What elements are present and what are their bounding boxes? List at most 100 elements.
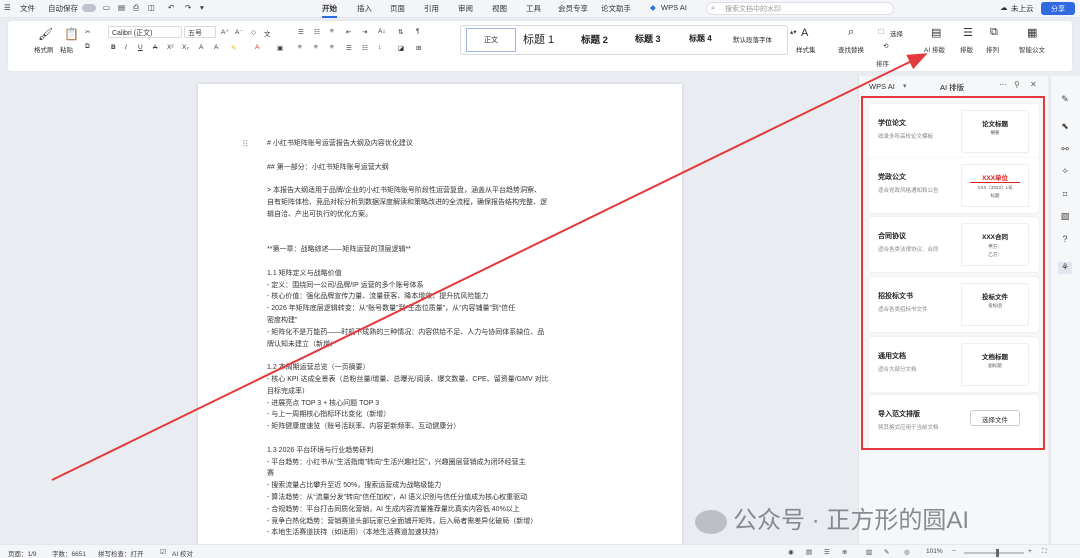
style-gallery-scroll-icon[interactable]: ▴▾ <box>790 28 797 36</box>
crop-icon[interactable]: ⌗ <box>1058 189 1072 201</box>
view-page-icon[interactable]: ▤ <box>806 548 812 556</box>
style-heading-3[interactable]: 标题 3 <box>635 28 661 52</box>
font-color-icon[interactable]: A <box>255 44 259 51</box>
align-right-icon[interactable]: ≡ <box>330 44 334 51</box>
layout-button[interactable]: 排版 <box>960 44 973 54</box>
font-name-select[interactable]: Calibri (正文) <box>108 26 182 38</box>
tab-review[interactable]: 审阅 <box>458 3 473 14</box>
pen-icon[interactable]: ✎ <box>884 548 889 556</box>
arrange-icon[interactable]: ⧉ <box>990 26 998 39</box>
style-heading-4[interactable]: 标题 4 <box>689 28 712 52</box>
sort-icon-ribbon[interactable]: ⟲ <box>883 42 888 50</box>
italic-icon[interactable]: I <box>125 44 127 51</box>
smart-doc-button[interactable]: 智能公文 <box>1019 44 1045 54</box>
numbered-list-icon[interactable]: ☷ <box>314 28 320 36</box>
style-set-button[interactable]: 样式集 <box>796 44 816 54</box>
view-outline-icon[interactable]: ☰ <box>824 548 830 556</box>
share-link-icon[interactable]: ⚯ <box>1058 144 1072 156</box>
zoom-value[interactable]: 101% <box>926 548 943 555</box>
tab-insert[interactable]: 插入 <box>357 3 372 14</box>
eye-icon[interactable]: ◉ <box>788 548 794 556</box>
border-icon[interactable]: ⊞ <box>416 44 421 52</box>
cloud-status[interactable]: 未上云 <box>1011 3 1034 14</box>
print-icon[interactable]: ⎙ <box>133 3 139 13</box>
help-icon[interactable]: ? <box>1058 234 1072 246</box>
grow-font-icon[interactable]: A⁺ <box>221 28 229 36</box>
tab-paper-assistant[interactable]: 论文助手 <box>601 3 631 14</box>
zoom-slider[interactable] <box>964 552 1024 554</box>
tab-page[interactable]: 页面 <box>390 3 405 14</box>
magic-icon[interactable]: ✧ <box>1058 166 1072 178</box>
image-icon[interactable]: ▨ <box>1058 211 1072 223</box>
select-button[interactable]: 选择 <box>890 28 903 38</box>
paste-button[interactable]: 粘贴 <box>60 44 73 54</box>
globe-icon[interactable]: ◎ <box>904 548 910 556</box>
share-button[interactable]: 分享 <box>1041 2 1075 15</box>
autosave-toggle[interactable] <box>82 4 96 12</box>
tab-reference[interactable]: 引用 <box>424 3 439 14</box>
justify-icon[interactable]: ☰ <box>346 44 352 52</box>
bold-icon[interactable]: B <box>111 44 116 51</box>
zoom-in-icon[interactable]: + <box>1028 548 1032 555</box>
superscript-icon[interactable]: X² <box>167 44 174 51</box>
more-icon[interactable]: ▾ <box>200 3 204 12</box>
style-heading-1[interactable]: 标题 1 <box>523 28 554 52</box>
tab-wps-ai[interactable]: WPS AI <box>661 3 687 12</box>
tab-member[interactable]: 会员专享 <box>558 3 588 14</box>
panel-pin-icon[interactable]: ⚲ <box>1014 80 1020 89</box>
strikethrough-icon[interactable]: A <box>153 44 157 51</box>
layout-icon[interactable]: ☰ <box>963 26 973 39</box>
text-effect-icon[interactable]: A <box>199 44 203 51</box>
tab-start[interactable]: 开始 <box>322 3 337 18</box>
panel-tab-wps-ai[interactable]: WPS AI <box>869 82 895 91</box>
redo-icon[interactable]: ↷ <box>185 3 191 12</box>
format-painter-icon[interactable]: 🖌 <box>38 27 53 41</box>
menu-icon[interactable]: ☰ <box>4 3 11 12</box>
view-web-icon[interactable]: ⊕ <box>842 548 847 556</box>
show-marks-icon[interactable]: ¶ <box>416 28 420 35</box>
undo-icon[interactable]: ↶ <box>168 3 174 12</box>
style-heading-2[interactable]: 标题 2 <box>581 28 608 52</box>
ai-layout-button[interactable]: AI 排版 <box>924 44 945 54</box>
distributed-icon[interactable]: ☷ <box>362 44 368 52</box>
format-painter-button[interactable]: 格式刷 <box>34 44 54 54</box>
subscript-icon[interactable]: X₂ <box>182 44 189 51</box>
file-menu[interactable]: 文件 <box>20 3 35 14</box>
clear-format-icon[interactable]: ◇ <box>251 28 256 36</box>
copy-icon[interactable]: ⧉ <box>85 43 90 51</box>
char-border-icon[interactable]: ▣ <box>277 44 283 52</box>
shading-icon[interactable]: ◪ <box>398 44 404 52</box>
chinese-layout-icon[interactable]: A↕ <box>378 28 386 35</box>
tab-tools[interactable]: 工具 <box>526 3 541 14</box>
panel-close-icon[interactable]: ✕ <box>1030 80 1037 89</box>
sort-icon[interactable]: ⇅ <box>398 28 403 36</box>
style-set-icon[interactable]: A <box>801 27 808 39</box>
highlight-icon[interactable]: ✎ <box>231 44 236 52</box>
edit-icon[interactable]: ✎ <box>1058 94 1072 106</box>
save-icon[interactable]: ▭ <box>103 3 110 12</box>
bullet-list-icon[interactable]: ☰ <box>298 28 304 36</box>
char-shading-icon[interactable]: A <box>214 44 218 51</box>
sort-button[interactable]: 排序 <box>876 58 889 68</box>
find-replace-button[interactable]: 查找替换 <box>838 44 864 54</box>
multilevel-list-icon[interactable]: ≡ <box>330 28 334 35</box>
drag-handle-icon[interactable]: ⠿ <box>242 139 249 150</box>
word-count[interactable]: 字数：6651 <box>52 548 86 558</box>
search-input[interactable]: 搜索文档中的水印 <box>706 2 894 15</box>
decrease-indent-icon[interactable]: ⇤ <box>346 28 351 36</box>
folder-icon[interactable]: ▤ <box>118 3 125 12</box>
select-icon[interactable]: ⬚ <box>878 27 884 35</box>
cursor-icon[interactable]: ⬉ <box>1058 121 1072 133</box>
tab-view[interactable]: 视图 <box>492 3 507 14</box>
ai-check[interactable]: AI 校对 <box>172 548 193 558</box>
zoom-slider-thumb[interactable] <box>996 549 999 557</box>
style-default-paragraph[interactable]: 默认段落字体 <box>733 28 772 52</box>
preview-icon[interactable]: ◫ <box>148 3 155 12</box>
zoom-out-icon[interactable]: − <box>952 548 956 555</box>
align-left-icon[interactable]: ≡ <box>298 44 302 51</box>
find-icon[interactable]: ⌕ <box>848 26 854 39</box>
ai-layout-icon[interactable]: ▤ <box>931 26 941 39</box>
style-normal[interactable]: 正文 <box>466 28 516 52</box>
ai-layout-side-icon[interactable]: ⚘ <box>1058 262 1072 274</box>
page-indicator[interactable]: 页面：1/9 <box>8 548 37 558</box>
